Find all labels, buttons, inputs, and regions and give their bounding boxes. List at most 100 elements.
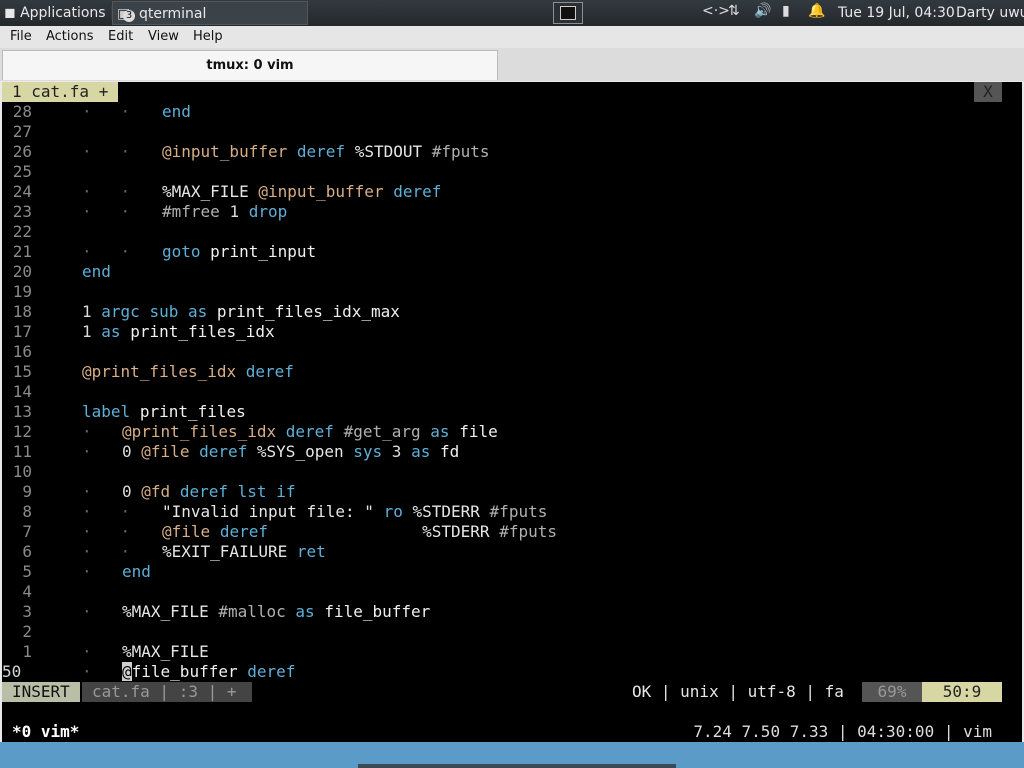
line-number: 14 — [12, 382, 32, 401]
mode-indicator: INSERT — [2, 682, 80, 702]
code-text: @file_buffer deref — [122, 662, 296, 681]
menu-actions[interactable]: Actions — [46, 29, 94, 44]
code-line: 11 · 0 @file deref %SYS_open sys 3 as fd — [2, 442, 1022, 462]
line-number: 6 — [22, 542, 32, 561]
line-number: 21 — [12, 242, 32, 261]
code-line: 50 · @file_buffer deref — [2, 662, 1022, 682]
tab-bar: tmux: 0 vim — [0, 48, 1024, 81]
line-number: 1 — [22, 642, 32, 661]
show-terminal-button[interactable] — [553, 2, 583, 24]
line-number: 50 — [2, 662, 22, 681]
tmux-window-list[interactable]: *0 vim* — [12, 722, 79, 742]
menu-file[interactable]: File — [10, 29, 32, 44]
task-badge: 3 — [123, 10, 135, 22]
code-line: 1 · %MAX_FILE — [2, 642, 1022, 662]
line-number: 11 — [12, 442, 32, 461]
code-text: @print_files_idx deref #get_arg as file — [122, 422, 498, 441]
code-text: end — [82, 262, 111, 281]
menu-view[interactable]: View — [148, 29, 179, 44]
indent-guide: · — [82, 662, 121, 681]
applications-label: Applications — [20, 5, 106, 21]
code-text: 0 @fd deref lst if — [122, 482, 296, 501]
indent-guide: · · — [82, 522, 160, 541]
code-line: 21 · · goto print_input — [2, 242, 1022, 262]
sync-icon[interactable]: ⇅ — [728, 3, 740, 19]
line-number: 25 — [12, 162, 32, 181]
code-line: 9 · 0 @fd deref lst if — [2, 482, 1022, 502]
battery-icon[interactable]: ▮ — [782, 3, 790, 19]
code-text: 0 @file deref %SYS_open sys 3 as fd — [122, 442, 460, 461]
menu-edit[interactable]: Edit — [108, 29, 133, 44]
top-panel: ◼ Applications | ▣ 3 qterminal <·> ⇅ 🔊 ▮… — [0, 0, 1024, 26]
code-line: 17 1 as print_files_idx — [2, 322, 1022, 342]
status-percent: 69% — [862, 682, 922, 702]
code-line: 27 — [2, 122, 1022, 142]
qterminal-window: File Actions Edit View Help tmux: 0 vim … — [0, 26, 1024, 742]
indent-guide: · — [82, 482, 121, 501]
line-number: 7 — [22, 522, 32, 541]
taskbar-qterminal[interactable]: ▣ 3 qterminal — [112, 1, 308, 25]
code-line: 13 label print_files — [2, 402, 1022, 422]
line-number: 13 — [12, 402, 32, 421]
indent-guide: · — [82, 442, 121, 461]
line-number: 23 — [12, 202, 32, 221]
volume-icon[interactable]: 🔊 — [754, 3, 771, 19]
status-position: 50:9 — [922, 682, 1002, 702]
applications-menu[interactable]: ◼ Applications | — [4, 0, 115, 26]
code-line: 23 · · #mfree 1 drop — [2, 202, 1022, 222]
status-info: OK | unix | utf-8 | fa — [632, 682, 844, 701]
code-line: 6 · · %EXIT_FAILURE ret — [2, 542, 1022, 562]
clock[interactable]: Tue 19 Jul, 04:30 — [838, 0, 955, 26]
line-number: 8 — [22, 502, 32, 521]
vim-buffer-bar: 1 cat.fa + X — [2, 82, 1022, 102]
buffer-tab[interactable]: 1 cat.fa + — [2, 82, 119, 102]
network-icon[interactable]: <·> — [702, 3, 730, 19]
indent-guide: · · — [82, 142, 160, 161]
code-line: 5 · end — [2, 562, 1022, 582]
user-menu[interactable]: Darty uwu — [956, 0, 1024, 26]
line-number: 24 — [12, 182, 32, 201]
indent-guide: · · — [82, 102, 160, 121]
code-line: 16 — [2, 342, 1022, 362]
tab-tmux[interactable]: tmux: 0 vim — [2, 50, 498, 80]
code-text: end — [122, 562, 151, 581]
code-text: 1 as print_files_idx — [82, 322, 275, 341]
line-number: 16 — [12, 342, 32, 361]
line-number: 20 — [12, 262, 32, 281]
code-line: 26 · · @input_buffer deref %STDOUT #fputs — [2, 142, 1022, 162]
code-text: #mfree 1 drop — [162, 202, 288, 221]
line-number: 3 — [22, 602, 32, 621]
line-number: 5 — [22, 562, 32, 581]
indent-guide: · · — [82, 502, 160, 521]
line-number: 2 — [22, 622, 32, 641]
code-line: 22 — [2, 222, 1022, 242]
code-line: 19 — [2, 282, 1022, 302]
code-text: %MAX_FILE @input_buffer deref — [162, 182, 442, 201]
indent-guide: · — [82, 642, 121, 661]
close-buffer-button[interactable]: X — [974, 82, 1002, 102]
code-line: 4 — [2, 582, 1022, 602]
code-text: end — [162, 102, 191, 121]
indent-guide: · · — [82, 182, 160, 201]
notification-icon[interactable]: 🔔 — [808, 3, 825, 19]
code-line: 3 · %MAX_FILE #malloc as file_buffer — [2, 602, 1022, 622]
indent-guide: · · — [82, 202, 160, 221]
task-label: qterminal — [139, 6, 207, 22]
code-text: goto print_input — [162, 242, 317, 261]
line-number: 10 — [12, 462, 32, 481]
code-line: 20 end — [2, 262, 1022, 282]
line-number: 12 — [12, 422, 32, 441]
code-line: 10 — [2, 462, 1022, 482]
desktop-bar — [358, 764, 676, 768]
line-number: 28 — [12, 102, 32, 121]
terminal-area[interactable]: 1 cat.fa + X 28 · · end 27 26 · · @input_buf… — [2, 82, 1022, 742]
line-number: 17 — [12, 322, 32, 341]
line-number: 18 — [12, 302, 32, 321]
code-line: 8 · · "Invalid input file: " ro %STDERR #… — [2, 502, 1022, 522]
code-line: 24 · · %MAX_FILE @input_buffer deref — [2, 182, 1022, 202]
menu-help[interactable]: Help — [193, 29, 223, 44]
line-number: 22 — [12, 222, 32, 241]
code-text: @print_files_idx deref — [82, 362, 294, 381]
indent-guide: · — [82, 602, 121, 621]
code-line: 12 · @print_files_idx deref #get_arg as f… — [2, 422, 1022, 442]
